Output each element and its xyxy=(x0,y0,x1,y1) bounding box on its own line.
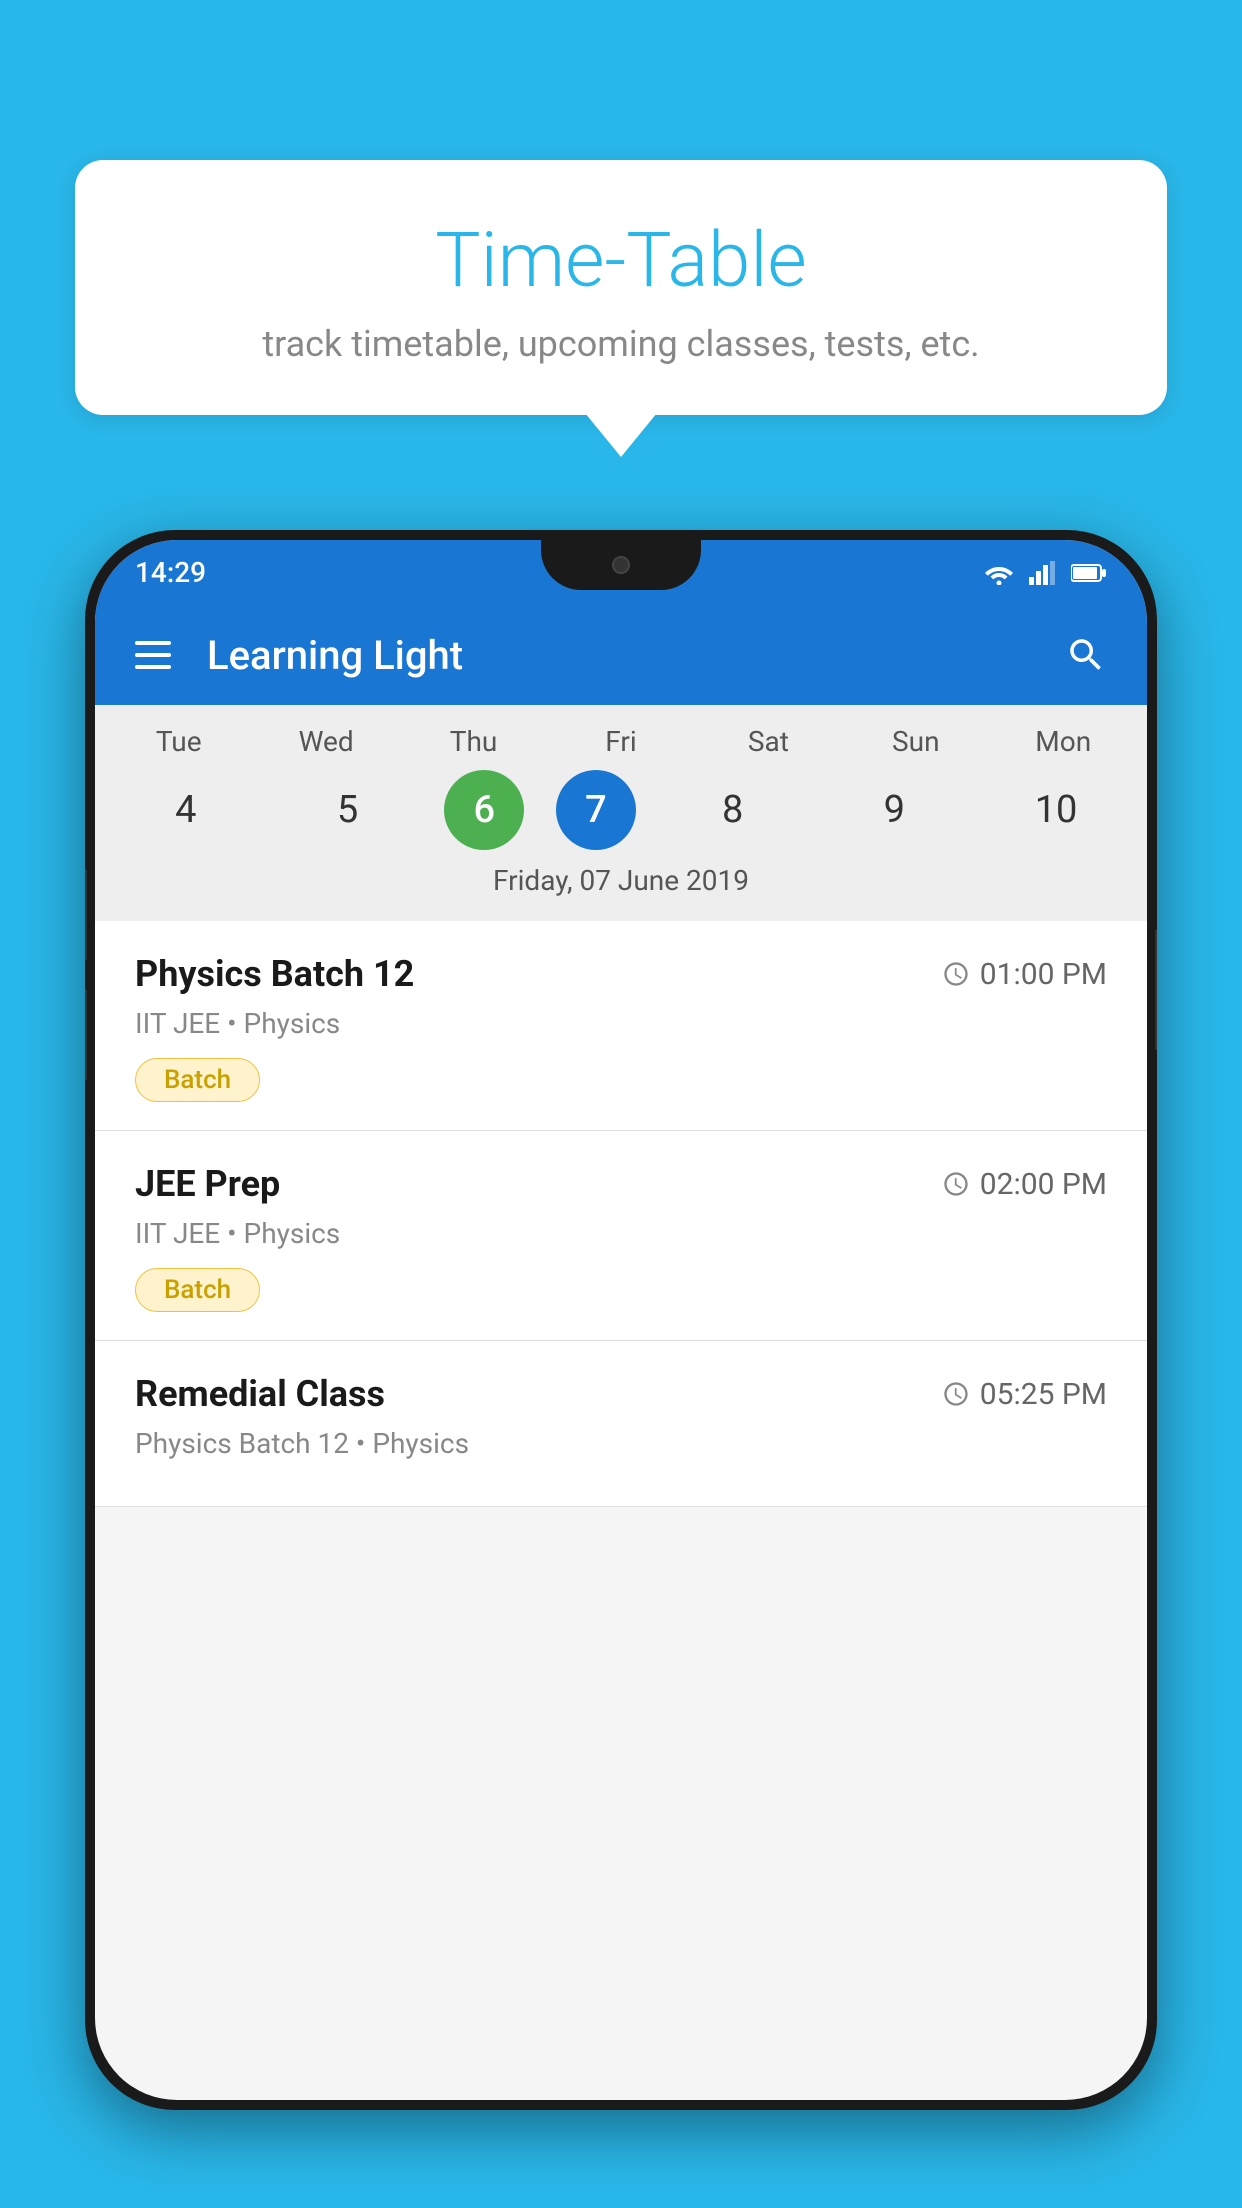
phone-screen: 14:29 xyxy=(95,540,1147,2100)
item-1-time: 01:00 PM xyxy=(942,957,1107,992)
item-1-title: Physics Batch 12 xyxy=(135,953,414,995)
day-6-today[interactable]: 6 xyxy=(444,770,524,850)
day-name-thu: Thu xyxy=(409,725,539,758)
item-1-time-text: 01:00 PM xyxy=(980,957,1107,992)
day-8[interactable]: 8 xyxy=(668,770,798,850)
schedule-item-3[interactable]: Remedial Class 05:25 PM Physics Batch 12… xyxy=(95,1341,1147,1507)
schedule-list: Physics Batch 12 01:00 PM IIT JEE • Phys… xyxy=(95,921,1147,1507)
day-name-wed: Wed xyxy=(261,725,391,758)
day-name-tue: Tue xyxy=(114,725,244,758)
volume-up-button xyxy=(85,870,87,960)
selected-date: Friday, 07 June 2019 xyxy=(95,864,1147,911)
status-time: 14:29 xyxy=(135,556,206,589)
app-title: Learning Light xyxy=(207,632,1065,679)
day-name-sun: Sun xyxy=(851,725,981,758)
day-name-fri: Fri xyxy=(556,725,686,758)
clock-icon-3 xyxy=(942,1380,970,1408)
phone-frame: 14:29 xyxy=(85,530,1157,2110)
item-3-header: Remedial Class 05:25 PM xyxy=(135,1373,1107,1415)
clock-icon-1 xyxy=(942,960,970,988)
day-4[interactable]: 4 xyxy=(121,770,251,850)
phone-wrapper: 14:29 xyxy=(85,530,1157,2208)
app-bar: Learning Light xyxy=(95,605,1147,705)
schedule-item-1[interactable]: Physics Batch 12 01:00 PM IIT JEE • Phys… xyxy=(95,921,1147,1131)
status-bar: 14:29 xyxy=(95,540,1147,605)
day-name-mon: Mon xyxy=(998,725,1128,758)
camera xyxy=(612,556,630,574)
battery-icon xyxy=(1071,563,1107,583)
item-2-batch-tag: Batch xyxy=(135,1268,260,1312)
search-icon[interactable] xyxy=(1065,634,1107,676)
day-10[interactable]: 10 xyxy=(991,770,1121,850)
volume-down-button xyxy=(85,990,87,1080)
day-9[interactable]: 9 xyxy=(829,770,959,850)
day-7-selected[interactable]: 7 xyxy=(556,770,636,850)
item-2-time: 02:00 PM xyxy=(942,1167,1107,1202)
item-1-batch-tag: Batch xyxy=(135,1058,260,1102)
item-3-subtitle: Physics Batch 12 • Physics xyxy=(135,1427,1107,1460)
item-2-header: JEE Prep 02:00 PM xyxy=(135,1163,1107,1205)
item-1-header: Physics Batch 12 01:00 PM xyxy=(135,953,1107,995)
day-numbers: 4 5 6 7 8 9 10 xyxy=(95,770,1147,850)
day-names: Tue Wed Thu Fri Sat Sun Mon xyxy=(95,725,1147,758)
clock-icon-2 xyxy=(942,1170,970,1198)
item-1-subtitle: IIT JEE • Physics xyxy=(135,1007,1107,1040)
bubble-title: Time-Table xyxy=(135,215,1107,305)
item-3-title: Remedial Class xyxy=(135,1373,385,1415)
bubble-subtitle: track timetable, upcoming classes, tests… xyxy=(135,323,1107,365)
calendar-strip: Tue Wed Thu Fri Sat Sun Mon 4 5 6 7 8 9 … xyxy=(95,705,1147,921)
schedule-item-2[interactable]: JEE Prep 02:00 PM IIT JEE • Physics Batc… xyxy=(95,1131,1147,1341)
speech-bubble: Time-Table track timetable, upcoming cla… xyxy=(75,160,1167,415)
item-3-time-text: 05:25 PM xyxy=(980,1377,1107,1412)
power-button xyxy=(1155,930,1157,1050)
item-2-time-text: 02:00 PM xyxy=(980,1167,1107,1202)
day-5[interactable]: 5 xyxy=(283,770,413,850)
wifi-icon xyxy=(983,561,1015,585)
notch xyxy=(541,540,701,590)
status-icons xyxy=(983,561,1107,585)
signal-icon xyxy=(1029,561,1057,585)
item-2-title: JEE Prep xyxy=(135,1163,280,1205)
menu-button[interactable] xyxy=(135,641,171,669)
item-2-subtitle: IIT JEE • Physics xyxy=(135,1217,1107,1250)
day-name-sat: Sat xyxy=(703,725,833,758)
item-3-time: 05:25 PM xyxy=(942,1377,1107,1412)
